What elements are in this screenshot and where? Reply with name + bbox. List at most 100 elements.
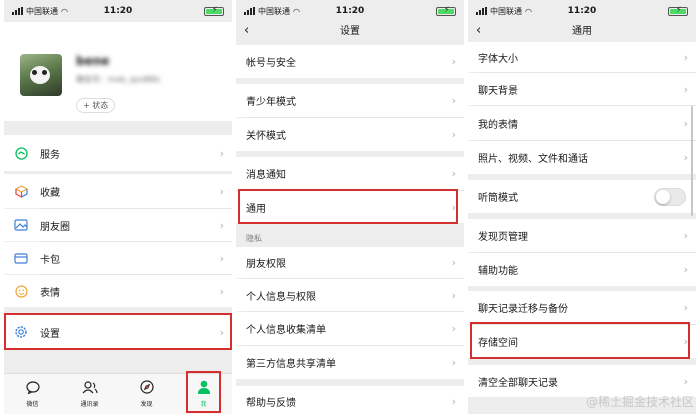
general-item-earpiece-mode: 听筒模式 bbox=[468, 180, 696, 213]
chat-icon bbox=[25, 380, 40, 396]
clock: 11:20 bbox=[335, 6, 365, 16]
battery-icon: ⚡ bbox=[668, 5, 688, 16]
chevron-right-icon: › bbox=[683, 263, 688, 276]
chevron-right-icon: › bbox=[683, 229, 688, 242]
settings-item-label: 消息通知 bbox=[246, 170, 286, 181]
menu-item-favorites[interactable]: 收藏 › bbox=[4, 174, 232, 208]
chevron-right-icon: › bbox=[219, 184, 224, 198]
chevron-right-icon: › bbox=[683, 82, 688, 96]
settings-item-friend-permissions[interactable]: 朋友权限 › bbox=[236, 247, 464, 278]
menu-item-label: 卡包 bbox=[40, 254, 60, 266]
chevron-right-icon: › bbox=[219, 251, 224, 265]
menu-item-sticker[interactable]: 表情 › bbox=[4, 275, 232, 307]
general-item-label: 辅助功能 bbox=[478, 266, 518, 277]
favorites-icon bbox=[14, 184, 28, 198]
section-header-privacy: 隐私 bbox=[246, 234, 262, 243]
chevron-right-icon: › bbox=[683, 116, 688, 130]
settings-item-label: 青少年模式 bbox=[246, 97, 296, 108]
menu-item-moments[interactable]: 朋友圈 › bbox=[4, 209, 232, 241]
highlight-box bbox=[238, 189, 458, 224]
highlight-box bbox=[470, 322, 690, 359]
settings-item-info-collection-list[interactable]: 个人信息收集清单 › bbox=[236, 312, 464, 345]
watermark: @稀土掘金技术社区 bbox=[585, 395, 694, 409]
chevron-right-icon: › bbox=[451, 256, 456, 269]
menu-item-label: 服务 bbox=[40, 149, 60, 161]
settings-item-account[interactable]: 帐号与安全 › bbox=[236, 45, 464, 78]
settings-item-label: 第三方信息共享清单 bbox=[246, 359, 336, 370]
general-item-label: 聊天背景 bbox=[478, 85, 518, 97]
general-item-label: 我的表情 bbox=[478, 119, 518, 131]
settings-item-teen-mode[interactable]: 青少年模式 › bbox=[236, 84, 464, 117]
settings-item-care-mode[interactable]: 关怀模式 › bbox=[236, 118, 464, 151]
scrollbar[interactable] bbox=[691, 106, 693, 216]
menu-item-label: 收藏 bbox=[40, 187, 60, 199]
general-item-font-size[interactable]: 字体大小 › bbox=[468, 42, 696, 72]
chevron-right-icon: › bbox=[451, 94, 456, 107]
settings-screen: 中国联通 ◠ 11:20 ⚡ ‹ 设置 帐号与安全 › 青少年模式 › 关怀模式 › … bbox=[236, 0, 464, 414]
earpiece-mode-toggle[interactable] bbox=[654, 187, 686, 206]
general-item-my-stickers[interactable]: 我的表情 › bbox=[468, 106, 696, 140]
settings-item-personal-info-permissions[interactable]: 个人信息与权限 › bbox=[236, 279, 464, 311]
tab-label: 通讯录 bbox=[80, 400, 99, 408]
chevron-right-icon: › bbox=[683, 50, 688, 64]
page-title: 设置 bbox=[340, 26, 360, 37]
tab-chats[interactable]: 微信 bbox=[4, 374, 61, 414]
chevron-right-icon: › bbox=[451, 128, 456, 141]
general-item-chat-background[interactable]: 聊天背景 › bbox=[468, 73, 696, 105]
sticker-icon bbox=[14, 284, 28, 298]
tab-label: 发现 bbox=[140, 401, 153, 408]
highlight-box bbox=[186, 371, 221, 413]
chevron-right-icon: › bbox=[683, 301, 688, 314]
settings-item-label: 关怀模式 bbox=[246, 131, 286, 142]
general-screen: 中国联通 ◠ 11:20 ⚡ ‹ 通用 字体大小 › 聊天背景 › 我的表情 › 照片… bbox=[468, 0, 696, 414]
chevron-right-icon: › bbox=[683, 151, 688, 164]
settings-item-label: 朋友权限 bbox=[246, 259, 286, 270]
general-item-label: 清空全部聊天记录 bbox=[478, 377, 558, 389]
general-item-label: 字体大小 bbox=[478, 53, 518, 65]
chevron-right-icon: › bbox=[451, 356, 456, 369]
profile-name: bene bbox=[76, 54, 110, 68]
general-item-label: 聊天记录迁移与备份 bbox=[478, 304, 568, 315]
battery-icon: ⚡ bbox=[204, 5, 224, 16]
settings-item-label: 帐号与安全 bbox=[246, 58, 296, 69]
battery-icon: ⚡ bbox=[436, 5, 456, 16]
menu-item-card-wallet[interactable]: 卡包 › bbox=[4, 242, 232, 274]
me-screen: 中国联通 ◠ 11:20 ⚡ bene 微信号：mxb_qzx88ls + 状态… bbox=[4, 0, 232, 414]
tab-label: 微信 bbox=[26, 400, 39, 408]
service-icon bbox=[14, 146, 28, 160]
settings-item-label: 个人信息收集清单 bbox=[246, 325, 326, 336]
chevron-right-icon: › bbox=[683, 374, 688, 388]
menu-item-service[interactable]: 服务 › bbox=[4, 135, 232, 171]
back-arrow-icon[interactable]: ‹ bbox=[476, 23, 481, 38]
settings-item-notifications[interactable]: 消息通知 › bbox=[236, 157, 464, 190]
discover-icon bbox=[139, 380, 154, 396]
chevron-right-icon: › bbox=[219, 284, 224, 298]
highlight-box bbox=[4, 313, 232, 350]
general-item-chat-history-migration[interactable]: 聊天记录迁移与备份 › bbox=[468, 291, 696, 324]
back-arrow-icon[interactable]: ‹ bbox=[244, 23, 249, 38]
nav-bar: ‹ 设置 bbox=[236, 22, 464, 42]
status-bar: 中国联通 ◠ 11:20 ⚡ bbox=[4, 0, 232, 22]
clock: 11:20 bbox=[567, 6, 597, 16]
tab-contacts[interactable]: 通讯录 bbox=[61, 374, 118, 414]
general-item-photos-videos-files-calls[interactable]: 照片、视频、文件和通话 › bbox=[468, 141, 696, 174]
contacts-icon bbox=[82, 380, 98, 396]
profile-wechat-id: 微信号：mxb_qzx88ls bbox=[76, 75, 161, 84]
chevron-right-icon: › bbox=[451, 55, 456, 68]
moments-icon bbox=[14, 218, 28, 232]
chevron-right-icon: › bbox=[451, 167, 456, 180]
add-status-button[interactable]: + 状态 bbox=[76, 98, 116, 113]
settings-item-help-feedback[interactable]: 帮助与反馈 › bbox=[236, 386, 464, 414]
settings-item-third-party-sharing[interactable]: 第三方信息共享清单 › bbox=[236, 346, 464, 379]
menu-item-label: 朋友圈 bbox=[40, 221, 70, 233]
status-bar: 中国联通 ◠ 11:20 ⚡ bbox=[236, 0, 464, 22]
general-item-discover-management[interactable]: 发现页管理 › bbox=[468, 219, 696, 252]
page-title: 通用 bbox=[572, 26, 592, 37]
status-bar: 中国联通 ◠ 11:20 ⚡ bbox=[468, 0, 696, 22]
profile-card[interactable]: bene 微信号：mxb_qzx88ls + 状态 bbox=[4, 22, 232, 121]
clock: 11:20 bbox=[103, 6, 133, 16]
avatar[interactable] bbox=[20, 54, 62, 96]
tab-discover[interactable]: 发现 bbox=[118, 374, 175, 414]
chevron-right-icon: › bbox=[451, 394, 456, 408]
general-item-accessibility[interactable]: 辅助功能 › bbox=[468, 253, 696, 286]
